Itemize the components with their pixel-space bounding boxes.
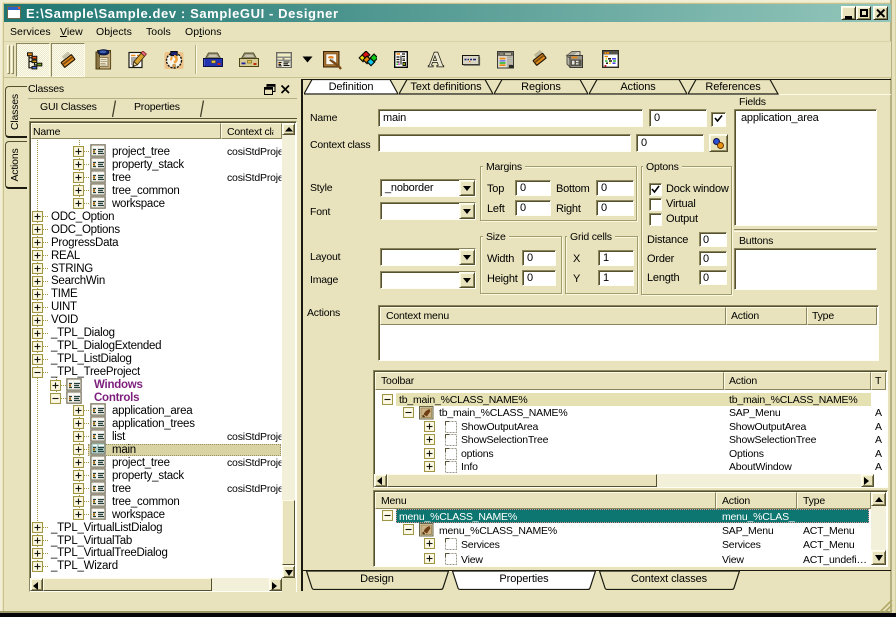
svg-text:A: A — [428, 49, 444, 69]
